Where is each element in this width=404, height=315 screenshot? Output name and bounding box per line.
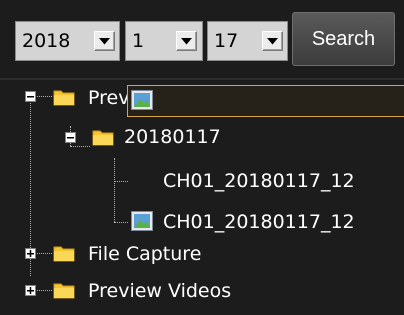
month-select[interactable]: 1	[125, 21, 203, 61]
tree-connector	[114, 158, 115, 222]
folder-icon	[53, 244, 75, 262]
folder-icon	[92, 128, 114, 146]
image-file-icon	[131, 211, 153, 231]
tree-item-label: Preview Videos	[88, 280, 232, 302]
expand-toggle[interactable]	[25, 285, 36, 296]
tree-item-label: CH01_20180117_12	[163, 211, 355, 233]
day-select-value: 17	[214, 30, 239, 52]
date-toolbar: 2018 1 17 Search	[0, 0, 404, 78]
tree-connector	[114, 222, 128, 223]
tree-connector	[114, 181, 128, 182]
tree-item-label: 20180117	[124, 126, 221, 148]
search-button[interactable]: Search	[292, 12, 395, 66]
chevron-down-icon[interactable]	[262, 31, 283, 51]
file-tree: Preview Capture 20180117 CH01_20180117_1…	[0, 80, 404, 315]
tree-item-label: CH01_20180117_12	[163, 170, 355, 192]
month-select-value: 1	[132, 30, 145, 52]
folder-icon	[53, 88, 75, 106]
image-file-icon	[131, 90, 153, 110]
tree-item-label: File Capture	[88, 243, 202, 265]
collapse-toggle[interactable]	[65, 132, 76, 143]
chevron-down-icon[interactable]	[176, 31, 197, 51]
chevron-down-icon[interactable]	[94, 31, 115, 51]
year-select[interactable]: 2018	[15, 21, 120, 61]
selection-highlight	[127, 85, 404, 117]
day-select[interactable]: 17	[207, 21, 288, 61]
collapse-toggle[interactable]	[25, 91, 36, 102]
year-select-value: 2018	[22, 30, 71, 52]
tree-connector	[70, 146, 90, 147]
expand-toggle[interactable]	[25, 248, 36, 259]
folder-icon	[53, 281, 75, 299]
